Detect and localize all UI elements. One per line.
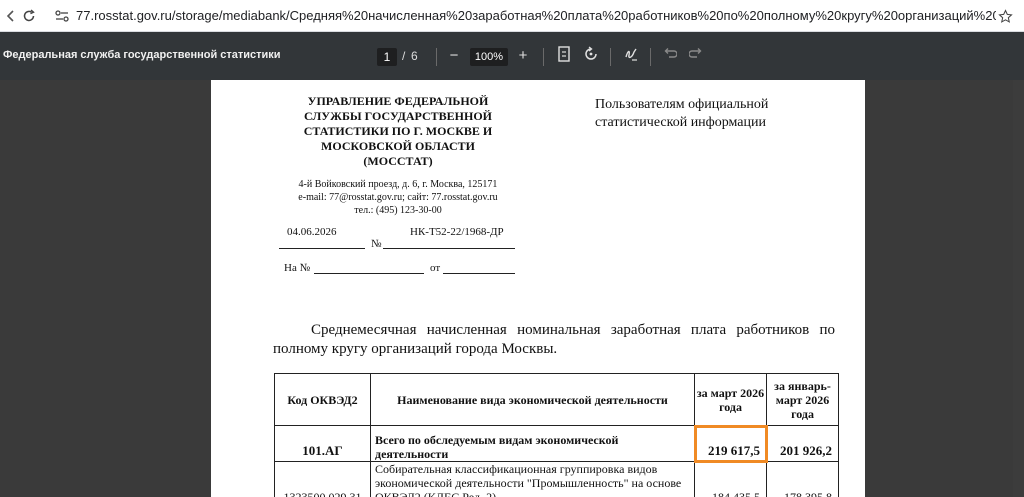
- row-jan-march-value: 201 926,2: [766, 425, 839, 462]
- reload-icon[interactable]: [18, 5, 40, 27]
- header-code: Код ОКВЭД2: [274, 373, 371, 426]
- page-separator: /: [402, 49, 406, 63]
- header-activity: Наименование вида экономической деятельн…: [370, 373, 695, 426]
- zoom-out-button[interactable]: −: [444, 46, 464, 66]
- redo-icon[interactable]: [686, 46, 706, 66]
- pdf-page: УПРАВЛЕНИЕ ФЕДЕРАЛЬНОЙ СЛУЖБЫ ГОСУДАРСТВ…: [211, 80, 865, 497]
- row-march-value: 184 435,5: [694, 461, 767, 497]
- reply-date-underline: [443, 273, 515, 274]
- toolbar-divider: [610, 48, 611, 66]
- toolbar-divider: [650, 48, 651, 66]
- zoom-in-button[interactable]: +: [513, 46, 533, 66]
- organization-heading: УПРАВЛЕНИЕ ФЕДЕРАЛЬНОЙ СЛУЖБЫ ГОСУДАРСТВ…: [303, 94, 493, 168]
- document-date: 04.06.2026: [287, 226, 337, 238]
- url-field[interactable]: 77.rosstat.gov.ru/storage/mediabank/Сред…: [76, 5, 996, 27]
- site-info-icon[interactable]: [53, 7, 71, 25]
- table-header-row: Код ОКВЭД2 Наименование вида экономическ…: [274, 373, 839, 426]
- document-heading: Среднемесячная начисленная номинальная з…: [273, 322, 835, 357]
- header-march: за март 2026 года: [694, 373, 767, 426]
- row-jan-march-value: 178 395,8: [766, 461, 839, 497]
- rotate-icon[interactable]: [581, 46, 601, 66]
- scrollbar-track[interactable]: [1013, 80, 1024, 497]
- number-underline: [383, 248, 515, 249]
- reply-number-underline: [314, 273, 424, 274]
- undo-icon[interactable]: [660, 46, 680, 66]
- salary-table: Код ОКВЭД2 Наименование вида экономическ…: [274, 373, 839, 497]
- reply-from-label: от: [430, 262, 441, 274]
- pdf-toolbar: Федеральная служба государственной стати…: [0, 32, 1024, 80]
- annotate-pen-icon[interactable]: [621, 46, 641, 66]
- table-row: 101.АГ Всего по обследуемым видам эконом…: [274, 424, 839, 463]
- row-code: 101.АГ: [274, 425, 371, 462]
- document-title: Федеральная служба государственной стати…: [3, 49, 281, 61]
- header-jan-march: за январь-март 2026 года: [766, 373, 839, 426]
- browser-address-bar: 77.rosstat.gov.ru/storage/mediabank/Сред…: [0, 0, 1024, 32]
- organization-address: 4-й Войковский проезд, д. 6, г. Москва, …: [271, 178, 525, 217]
- recipient-text: Пользователям официальной статистической…: [595, 97, 769, 130]
- document-number: НК-Т52-22/1968-ДР: [410, 226, 504, 238]
- toolbar-divider: [543, 48, 544, 66]
- page-number-input[interactable]: 1: [377, 48, 397, 66]
- number-label: №: [371, 238, 382, 250]
- fit-page-icon[interactable]: [554, 46, 574, 66]
- phone-line: тел.: (495) 123-30-00: [354, 205, 442, 216]
- reply-to-number-label: На №: [284, 262, 311, 274]
- page-total: 6: [411, 49, 418, 63]
- zoom-level-input[interactable]: 100%: [470, 48, 508, 66]
- row-march-value: 219 617,5: [693, 424, 768, 463]
- contact-line: e-mail: 77@rosstat.gov.ru; сайт: 77.ross…: [298, 192, 498, 203]
- bookmark-star-icon[interactable]: [994, 5, 1016, 27]
- toolbar-divider: [436, 48, 437, 66]
- row-code: 1323500.029.31: [274, 461, 371, 497]
- date-underline: [279, 248, 365, 249]
- table-row: 1323500.029.31 Собирательная классификац…: [274, 461, 839, 497]
- address-line: 4-й Войковский проезд, д. 6, г. Москва, …: [298, 179, 498, 190]
- row-activity: Собирательная классификационная группиро…: [370, 461, 695, 497]
- row-activity: Всего по обследуемым видам экономической…: [370, 425, 695, 462]
